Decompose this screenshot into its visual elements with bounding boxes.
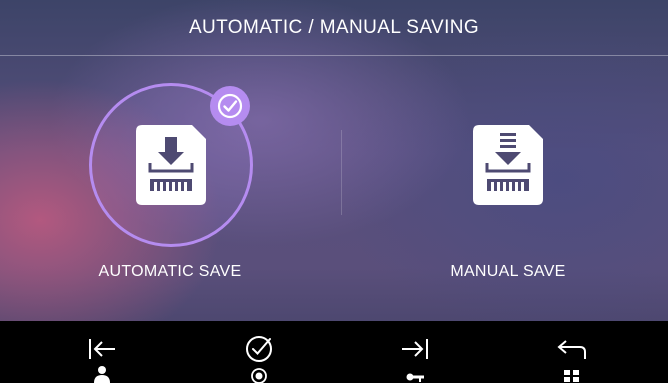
title-bar: AUTOMATIC / MANUAL SAVING — [0, 0, 668, 55]
automatic-save-option[interactable]: AUTOMATIC SAVE — [70, 80, 270, 300]
grid-icon — [564, 370, 579, 382]
nav-first-button[interactable] — [57, 321, 147, 383]
manual-save-label: MANUAL SAVE — [450, 263, 566, 280]
user-icon — [94, 366, 110, 383]
nav-last-button[interactable] — [370, 321, 460, 383]
key-icon — [406, 373, 424, 382]
arrow-to-end-icon — [402, 339, 428, 359]
record-icon — [251, 368, 267, 383]
title-divider — [0, 55, 668, 56]
checkmark-circle-icon — [246, 336, 272, 362]
selected-check-icon — [210, 86, 250, 126]
sd-card-download-icon — [136, 125, 206, 205]
page-title: AUTOMATIC / MANUAL SAVING — [188, 16, 480, 38]
automatic-save-label: AUTOMATIC SAVE — [98, 263, 242, 280]
options-divider — [341, 130, 342, 215]
saving-screen: AUTOMATIC / MANUAL SAVING AUTOMATIC SAVE — [0, 0, 668, 383]
arrow-to-start-icon — [89, 339, 115, 359]
sd-card-save-icon — [473, 125, 543, 205]
manual-save-option[interactable]: MANUAL SAVE — [398, 80, 618, 300]
bottom-nav-bar — [0, 321, 668, 383]
nav-back-button[interactable] — [527, 321, 617, 383]
nav-confirm-button[interactable] — [214, 321, 304, 383]
back-arrow-icon — [557, 340, 586, 359]
